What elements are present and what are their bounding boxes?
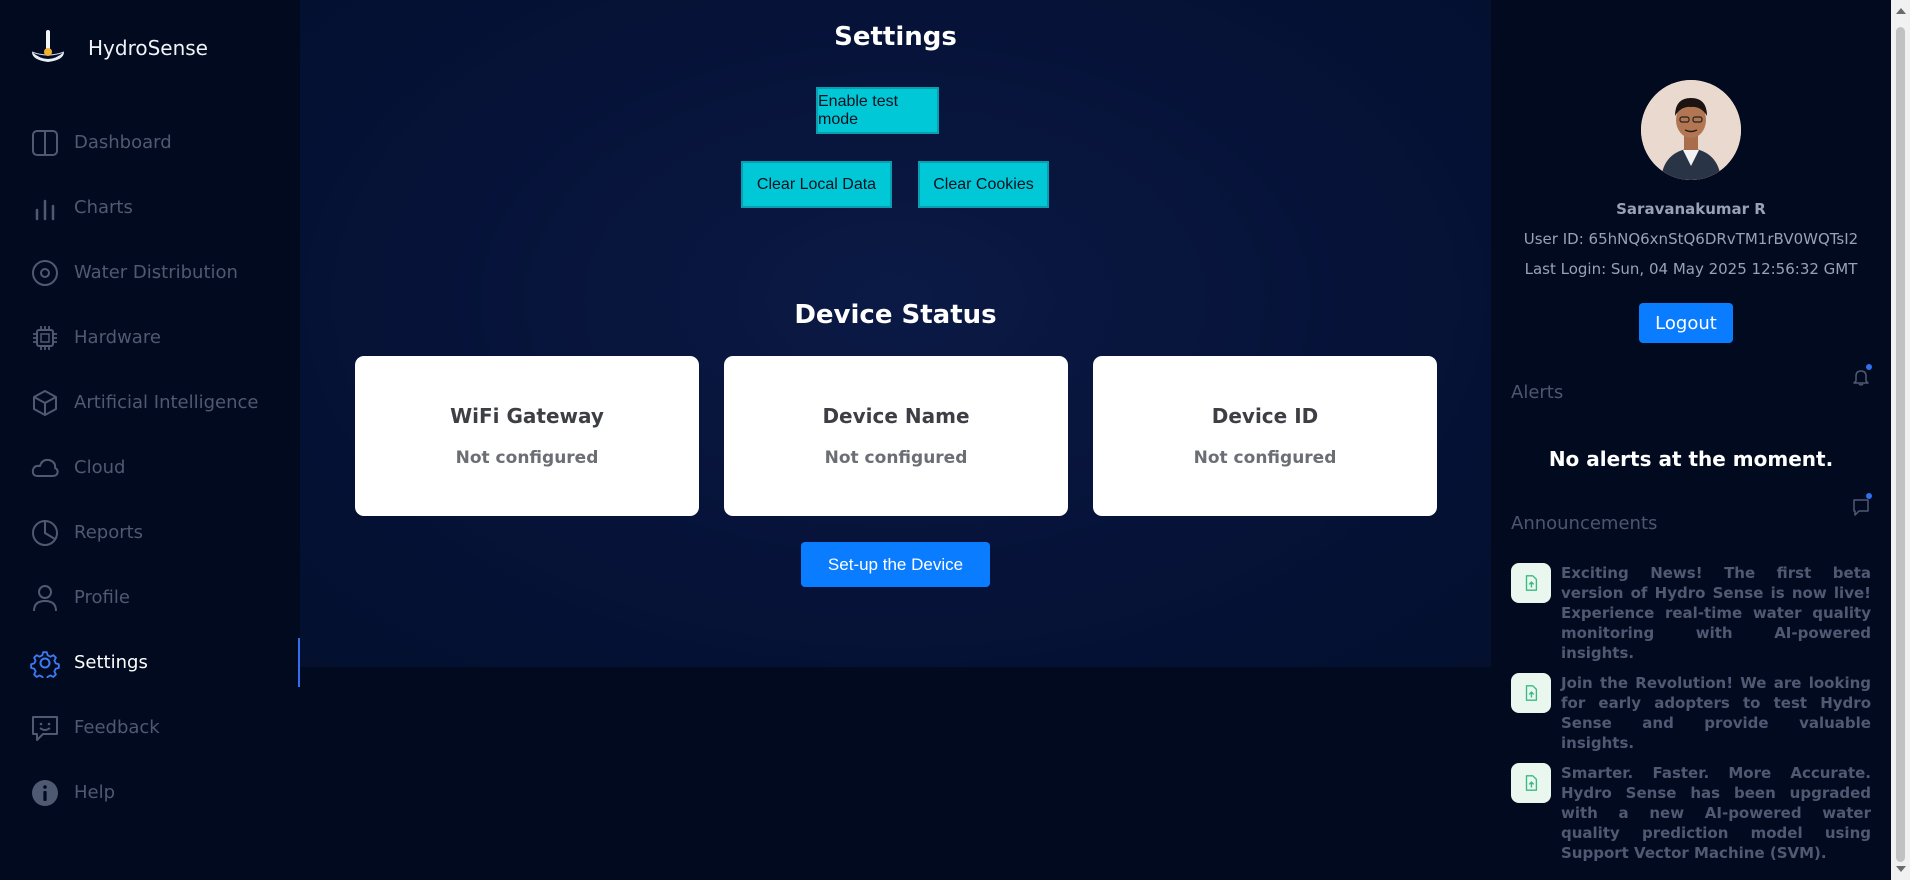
sidebar-item-profile[interactable]: Profile [0, 565, 300, 630]
notification-dot [1866, 493, 1872, 499]
sidebar-item-label: Feedback [74, 717, 160, 738]
gear-icon [30, 648, 60, 678]
brand[interactable]: HydroSense [28, 28, 208, 68]
card-title: WiFi Gateway [450, 404, 604, 428]
logout-button[interactable]: Logout [1639, 303, 1733, 343]
user-name: Saravanakumar R [1616, 200, 1766, 218]
no-alerts-message: No alerts at the moment. [1548, 447, 1834, 471]
announcements-title: Announcements [1511, 513, 1658, 534]
sidebar-nav: Dashboard Charts Water Distribution Hard… [0, 110, 300, 825]
bell-icon[interactable] [1851, 364, 1872, 387]
chat-icon[interactable] [1851, 493, 1872, 517]
right-panel: Saravanakumar R User ID: 65hNQ6xnStQ6DRv… [1491, 0, 1891, 880]
document-icon [1511, 563, 1551, 603]
sidebar-item-label: Profile [74, 587, 130, 608]
user-icon [30, 583, 60, 613]
sidebar-item-help[interactable]: Help [0, 760, 300, 825]
app-root: HydroSense Dashboard Charts Water Distri… [0, 0, 1910, 880]
feedback-icon [30, 713, 60, 743]
user-id: User ID: 65hNQ6xnStQ6DRvTM1rBV0WQTsI2 [1523, 230, 1859, 248]
announcement-text: Exciting News! The first beta version of… [1561, 564, 1871, 662]
device-status-cards: WiFi Gateway Not configured Device Name … [355, 356, 1437, 516]
cube-icon [30, 388, 60, 418]
sidebar-item-label: Hardware [74, 327, 161, 348]
cloud-icon [30, 453, 60, 483]
main-footer-area [300, 667, 1491, 880]
main-content: Settings Enable test mode Clear Local Da… [300, 0, 1491, 667]
sidebar-item-label: Cloud [74, 457, 126, 478]
sidebar-item-water-distribution[interactable]: Water Distribution [0, 240, 300, 305]
sidebar-item-label: Artificial Intelligence [74, 392, 259, 413]
enable-test-mode-button[interactable]: Enable test mode [816, 87, 939, 134]
sidebar-item-artificial-intelligence[interactable]: Artificial Intelligence [0, 370, 300, 435]
last-login: Last Login: Sun, 04 May 2025 12:56:32 GM… [1524, 260, 1858, 278]
clear-cookies-button[interactable]: Clear Cookies [918, 161, 1049, 208]
info-icon [30, 778, 60, 808]
scroll-up-icon[interactable] [1896, 8, 1906, 14]
settings-title: Settings [834, 22, 957, 52]
announcement-text: Smarter. Faster. More Accurate. Hydro Se… [1561, 764, 1871, 862]
scrollbar[interactable] [1891, 0, 1910, 880]
notification-dot [1866, 364, 1872, 370]
brand-name: HydroSense [88, 36, 208, 60]
sidebar-item-cloud[interactable]: Cloud [0, 435, 300, 500]
card-value: Not configured [824, 448, 968, 468]
clear-local-data-button[interactable]: Clear Local Data [741, 161, 892, 208]
avatar[interactable] [1641, 80, 1741, 180]
sidebar-item-label: Dashboard [74, 132, 172, 153]
sidebar-item-label: Settings [74, 652, 148, 673]
target-icon [30, 258, 60, 288]
card-title: Device Name [822, 404, 970, 428]
announcement-text: Join the Revolution! We are looking for … [1561, 674, 1871, 752]
device-status-title: Device Status [794, 300, 997, 330]
scroll-down-icon[interactable] [1896, 866, 1906, 872]
sidebar-item-label: Help [74, 782, 116, 803]
announcement-item: Join the Revolution! We are looking for … [1511, 673, 1871, 753]
sidebar-item-settings[interactable]: Settings [0, 630, 300, 695]
card-title: Device ID [1211, 404, 1319, 428]
sidebar-item-label: Charts [74, 197, 133, 218]
alerts-title: Alerts [1511, 382, 1564, 403]
sidebar: HydroSense Dashboard Charts Water Distri… [0, 0, 300, 880]
scroll-thumb[interactable] [1896, 27, 1905, 862]
sidebar-item-charts[interactable]: Charts [0, 175, 300, 240]
card-value: Not configured [455, 448, 599, 468]
card-value: Not configured [1193, 448, 1337, 468]
sidebar-item-label: Water Distribution [74, 262, 238, 283]
dashboard-icon [30, 128, 60, 158]
hydrosense-logo-icon [31, 30, 65, 62]
device-id-card: Device ID Not configured [1093, 356, 1437, 516]
device-name-card: Device Name Not configured [724, 356, 1068, 516]
sidebar-item-dashboard[interactable]: Dashboard [0, 110, 300, 175]
chip-icon [30, 323, 60, 353]
chart-icon [30, 193, 60, 223]
announcement-item: Smarter. Faster. More Accurate. Hydro Se… [1511, 763, 1871, 863]
setup-device-button[interactable]: Set-up the Device [801, 542, 990, 587]
sidebar-item-label: Reports [74, 522, 144, 543]
sidebar-item-hardware[interactable]: Hardware [0, 305, 300, 370]
document-icon [1511, 673, 1551, 713]
sidebar-item-feedback[interactable]: Feedback [0, 695, 300, 760]
pie-icon [30, 518, 60, 548]
sidebar-item-reports[interactable]: Reports [0, 500, 300, 565]
user-photo [1641, 80, 1741, 180]
announcement-item: Exciting News! The first beta version of… [1511, 563, 1871, 663]
wifi-gateway-card: WiFi Gateway Not configured [355, 356, 699, 516]
document-icon [1511, 763, 1551, 803]
